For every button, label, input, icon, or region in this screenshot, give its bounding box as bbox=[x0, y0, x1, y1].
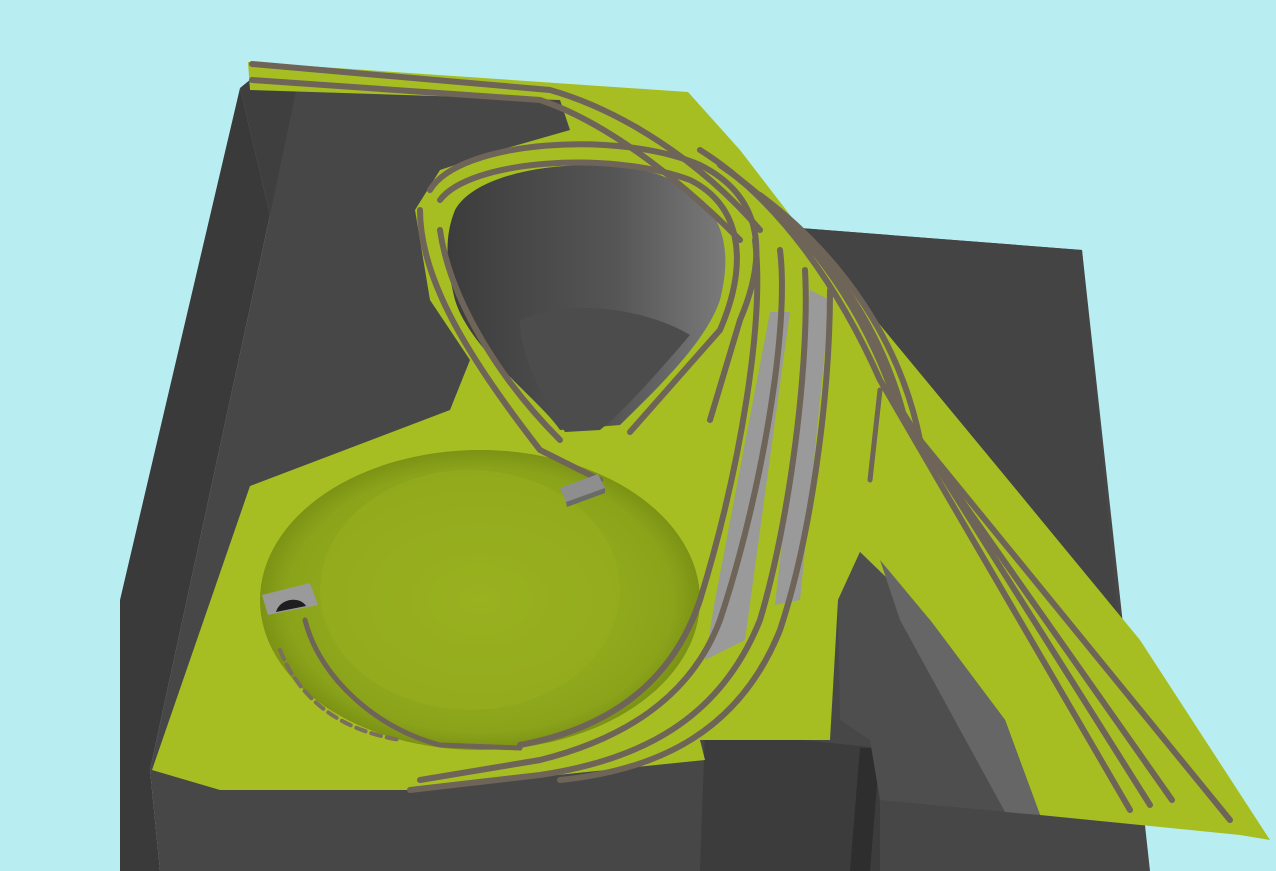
railway-layout-scene bbox=[0, 0, 1276, 871]
